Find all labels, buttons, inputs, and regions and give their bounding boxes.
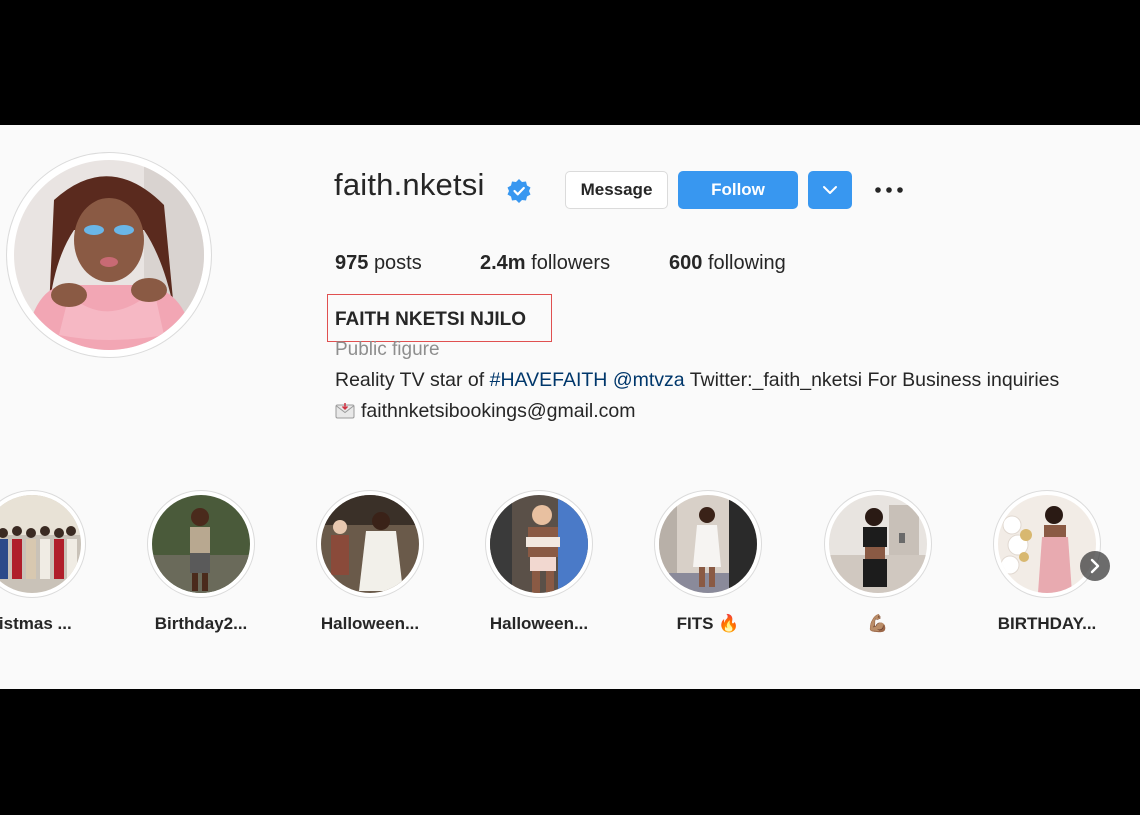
suggestions-dropdown-button[interactable]	[808, 171, 852, 209]
highlight-thumbnail	[152, 495, 250, 593]
follow-button[interactable]: Follow	[678, 171, 798, 209]
bio-text-suffix: Twitter:_faith_nketsi For Business inqui…	[684, 369, 1060, 391]
chevron-right-icon	[1090, 558, 1100, 574]
highlight-thumbnail	[490, 495, 588, 593]
mention-link[interactable]: @mtvza	[613, 369, 685, 391]
posts-count: 975 posts	[335, 252, 422, 274]
chevron-down-icon	[823, 186, 837, 194]
envelope-icon	[335, 403, 355, 419]
highlight-thumbnail	[321, 495, 419, 593]
followers-count[interactable]: 2.4m followers	[480, 252, 610, 275]
bio-email: faithnketsibookings@gmail.com	[361, 400, 636, 422]
profile-username: faith.nketsi	[334, 167, 485, 202]
highlight-label: FITS 🔥	[676, 614, 740, 633]
avatar[interactable]	[14, 160, 204, 350]
highlight-thumbnail	[659, 495, 757, 593]
profile-full-name: FAITH NKETSI NJILO	[335, 309, 527, 330]
verified-badge-icon	[507, 179, 531, 203]
following-count[interactable]: 600 following	[669, 252, 786, 275]
hashtag-link[interactable]: #HAVEFAITH	[490, 369, 608, 391]
highlights-next-button[interactable]	[1080, 551, 1110, 581]
profile-panel: faith.nketsi 975 posts 2.4m followers 60…	[0, 125, 1140, 689]
highlight-label: ristmas ...	[0, 614, 72, 633]
highlight-thumbnail	[829, 495, 927, 593]
highlight-label: Halloween...	[320, 614, 420, 633]
more-options-icon[interactable]	[870, 178, 908, 202]
profile-email-line: faithnketsibookings@gmail.com	[335, 400, 636, 423]
highlight-label: Birthday2...	[154, 614, 248, 633]
profile-bio: Reality TV star of #HAVEFAITH @mtvza Twi…	[335, 369, 1059, 392]
bio-text: Reality TV star of	[335, 369, 490, 391]
message-button[interactable]: Message	[565, 171, 668, 209]
highlight-label: BIRTHDAY...	[997, 614, 1097, 633]
highlight-label: 💪🏽	[867, 614, 889, 633]
highlight-label: Halloween...	[489, 614, 589, 633]
profile-category: Public figure	[335, 339, 440, 360]
